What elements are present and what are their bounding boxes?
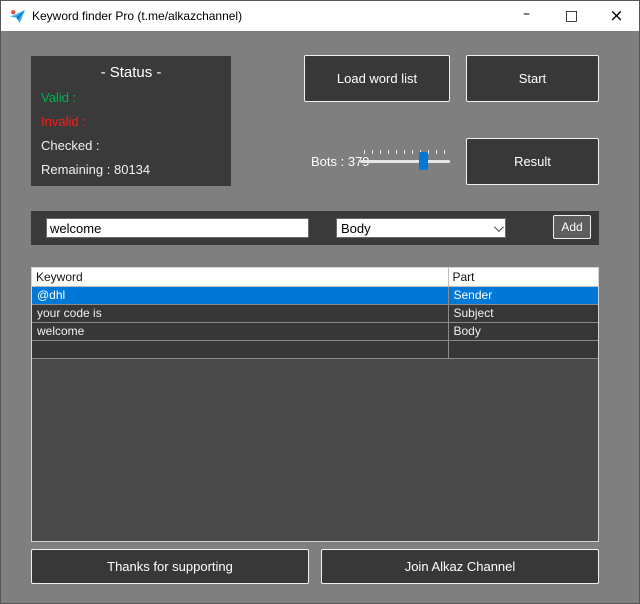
app-icon [9, 8, 26, 25]
app-window: Keyword finder Pro (t.me/alkazchannel) –… [0, 0, 640, 604]
column-header-keyword[interactable]: Keyword [32, 268, 448, 286]
cell-keyword [32, 340, 448, 358]
keyword-table-body: @dhl Sender your code is Subject welcome… [32, 286, 598, 358]
add-button[interactable]: Add [553, 215, 591, 239]
window-controls: – □ × [504, 1, 639, 31]
slider-track [360, 160, 450, 163]
chevron-down-icon [494, 222, 504, 232]
table-row[interactable]: welcome Body [32, 322, 598, 340]
column-header-part[interactable]: Part [448, 268, 598, 286]
status-title: - Status - [31, 64, 231, 81]
part-dropdown[interactable]: Body [336, 218, 506, 238]
cell-part: Body [448, 322, 598, 340]
thanks-button[interactable]: Thanks for supporting [31, 549, 309, 584]
cell-part: Sender [448, 286, 598, 304]
result-button[interactable]: Result [466, 138, 599, 185]
cell-keyword: @dhl [32, 286, 448, 304]
cell-part: Subject [448, 304, 598, 322]
table-empty-area [32, 359, 598, 539]
slider-ticks [364, 150, 446, 154]
start-button[interactable]: Start [466, 55, 599, 102]
table-row[interactable] [32, 340, 598, 358]
join-channel-button[interactable]: Join Alkaz Channel [321, 549, 599, 584]
table-header-row: Keyword Part [32, 268, 598, 286]
status-checked-label: Checked : [41, 138, 231, 153]
status-valid-label: Valid : [41, 90, 231, 105]
minimize-button[interactable]: – [504, 1, 549, 31]
titlebar: Keyword finder Pro (t.me/alkazchannel) –… [1, 1, 639, 31]
keyword-input[interactable] [46, 218, 309, 238]
part-dropdown-value: Body [341, 221, 371, 236]
window-title: Keyword finder Pro (t.me/alkazchannel) [32, 9, 242, 23]
bots-slider[interactable] [360, 147, 450, 173]
slider-thumb[interactable] [419, 152, 428, 170]
maximize-button[interactable]: □ [549, 1, 594, 31]
keyword-table[interactable]: Keyword Part @dhl Sender your code is Su… [31, 267, 599, 542]
cell-keyword: welcome [32, 322, 448, 340]
status-invalid-label: Invalid : [41, 114, 231, 129]
cell-keyword: your code is [32, 304, 448, 322]
cell-part [448, 340, 598, 358]
table-row[interactable]: your code is Subject [32, 304, 598, 322]
table-row[interactable]: @dhl Sender [32, 286, 598, 304]
load-word-list-button[interactable]: Load word list [304, 55, 450, 102]
status-panel: - Status - Valid : Invalid : Checked : R… [31, 56, 231, 186]
close-button[interactable]: × [594, 1, 639, 31]
status-remaining-label: Remaining : 80134 [41, 162, 231, 177]
